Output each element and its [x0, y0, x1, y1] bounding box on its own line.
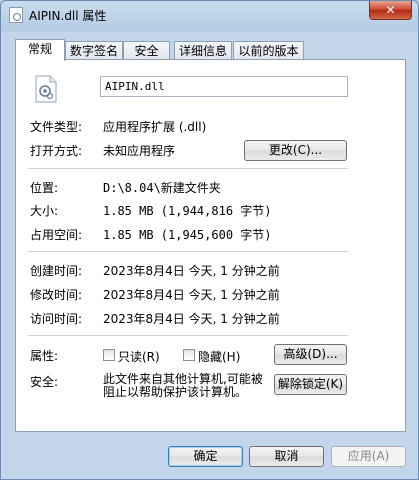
separator [28, 335, 348, 336]
window-title: AIPIN.dll 属性 [29, 9, 107, 23]
tab-previous-versions[interactable]: 以前的版本 [233, 41, 304, 60]
close-button[interactable]: ✕ [369, 1, 412, 20]
dll-file-icon [9, 7, 23, 23]
file-type-label: 文件类型: [30, 120, 83, 134]
readonly-checkbox[interactable] [103, 349, 115, 361]
size-on-disk-label: 占用空间: [30, 228, 83, 242]
properties-window: AIPIN.dll 属性 ✕ 常规 数字签名 安全 详细信息 以前的版本 AIP… [0, 0, 419, 480]
dll-file-icon [35, 75, 57, 103]
size-on-disk-value: 1.85 MB (1,945,600 字节) [103, 228, 272, 242]
location-value: D:\8.04\新建文件夹 [103, 181, 221, 195]
created-value: 2023年8月4日 今天, 1 分钟之前 [103, 264, 280, 278]
accessed-label: 访问时间: [30, 312, 83, 326]
security-message: 此文件来自其他计算机,可能被阻止以帮助保护该计算机。 [103, 372, 263, 399]
size-value: 1.85 MB (1,944,816 字节) [103, 204, 272, 218]
hidden-label[interactable]: 隐藏(H) [198, 348, 240, 365]
created-label: 创建时间: [30, 264, 83, 278]
tab-general[interactable]: 常规 [15, 39, 65, 61]
file-name-field[interactable]: AIPIN.dll [100, 76, 348, 97]
readonly-label[interactable]: 只读(R) [118, 348, 160, 365]
separator [28, 251, 348, 252]
separator [28, 168, 348, 169]
opens-with-label: 打开方式: [30, 144, 83, 158]
modified-value: 2023年8月4日 今天, 1 分钟之前 [103, 288, 280, 302]
modified-label: 修改时间: [30, 288, 83, 302]
tab-details[interactable]: 详细信息 [174, 41, 232, 60]
opens-with-value: 未知应用程序 [103, 144, 176, 158]
file-type-value: 应用程序扩展 (.dll) [103, 120, 207, 134]
accessed-value: 2023年8月4日 今天, 1 分钟之前 [103, 312, 280, 326]
apply-button[interactable]: 应用(A) [331, 446, 406, 467]
location-label: 位置: [30, 181, 59, 195]
cancel-button[interactable]: 取消 [249, 446, 324, 467]
unblock-button[interactable]: 解除锁定(K) [274, 374, 347, 395]
title-bar[interactable]: AIPIN.dll 属性 ✕ [1, 1, 418, 29]
size-label: 大小: [30, 204, 59, 218]
security-label: 安全: [30, 375, 59, 389]
tab-security[interactable]: 安全 [123, 41, 170, 60]
advanced-button[interactable]: 高级(D)... [274, 344, 347, 365]
change-button[interactable]: 更改(C)... [244, 140, 347, 161]
ok-button[interactable]: 确定 [168, 446, 243, 467]
tab-digital-signatures[interactable]: 数字签名 [65, 41, 123, 60]
attributes-label: 属性: [30, 349, 59, 363]
hidden-checkbox[interactable] [183, 349, 195, 361]
